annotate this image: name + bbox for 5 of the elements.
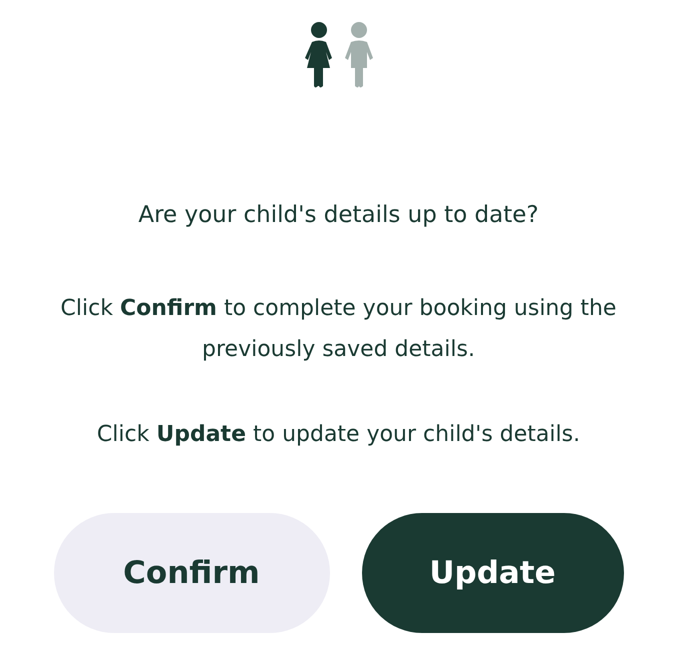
question-text: Are your child's details up to date? <box>138 202 539 228</box>
instruction-text: Click Update to update your child's details. <box>96 421 582 449</box>
update-button[interactable]: Update <box>362 513 624 633</box>
instruction-text: Click Confirm to complete your booking using the previously saved details. <box>60 295 618 364</box>
confirm-button[interactable]: Confirm <box>54 513 330 633</box>
